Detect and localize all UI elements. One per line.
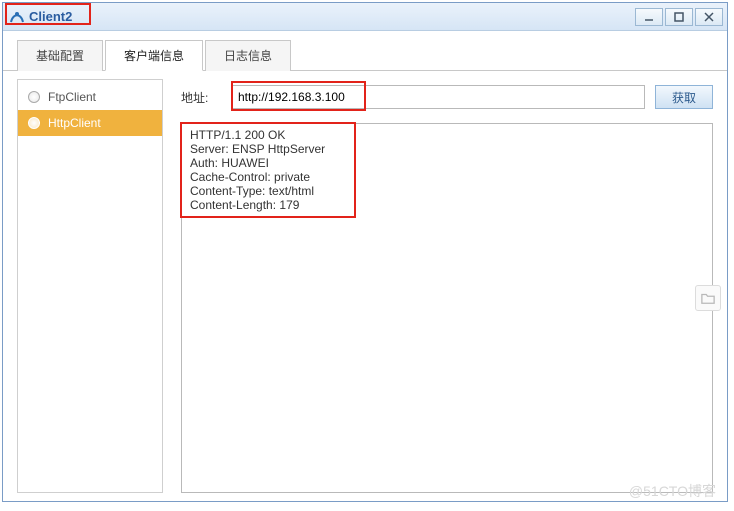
- folder-icon[interactable]: [695, 285, 721, 311]
- main-panel: 地址: 获取 HTTP/1.1 200 OK Server: ENSP Http…: [163, 79, 713, 493]
- app-window: Client2 基础配置 客户端信息 日志信息 FtpClient: [2, 2, 728, 502]
- tab-client-info[interactable]: 客户端信息: [105, 40, 203, 71]
- address-label: 地址:: [181, 89, 221, 106]
- address-input[interactable]: [231, 85, 645, 109]
- client-list: FtpClient HttpClient: [17, 79, 163, 493]
- sidebar-item-label: HttpClient: [48, 116, 101, 130]
- window-title: Client2: [29, 9, 72, 24]
- sidebar-item-httpclient[interactable]: HttpClient: [18, 110, 162, 136]
- window-controls: [635, 8, 723, 26]
- address-row: 地址: 获取: [181, 85, 713, 109]
- radio-icon: [28, 117, 40, 129]
- radio-icon: [28, 91, 40, 103]
- fetch-button-label: 获取: [672, 91, 696, 105]
- content-area: FtpClient HttpClient 地址: 获取 HTTP/1.1 200…: [3, 71, 727, 507]
- maximize-button[interactable]: [665, 8, 693, 26]
- close-button[interactable]: [695, 8, 723, 26]
- sidebar-item-ftpclient[interactable]: FtpClient: [18, 84, 162, 110]
- app-icon: [9, 9, 25, 25]
- tab-label: 日志信息: [224, 49, 272, 63]
- response-textarea[interactable]: HTTP/1.1 200 OK Server: ENSP HttpServer …: [181, 123, 713, 493]
- tab-label: 客户端信息: [124, 49, 184, 63]
- minimize-button[interactable]: [635, 8, 663, 26]
- tab-basic-config[interactable]: 基础配置: [17, 40, 103, 71]
- title-bar: Client2: [3, 3, 727, 31]
- fetch-button[interactable]: 获取: [655, 85, 713, 109]
- tab-log-info[interactable]: 日志信息: [205, 40, 291, 71]
- tab-bar: 基础配置 客户端信息 日志信息: [3, 31, 727, 71]
- sidebar-item-label: FtpClient: [48, 90, 96, 104]
- tab-label: 基础配置: [36, 49, 84, 63]
